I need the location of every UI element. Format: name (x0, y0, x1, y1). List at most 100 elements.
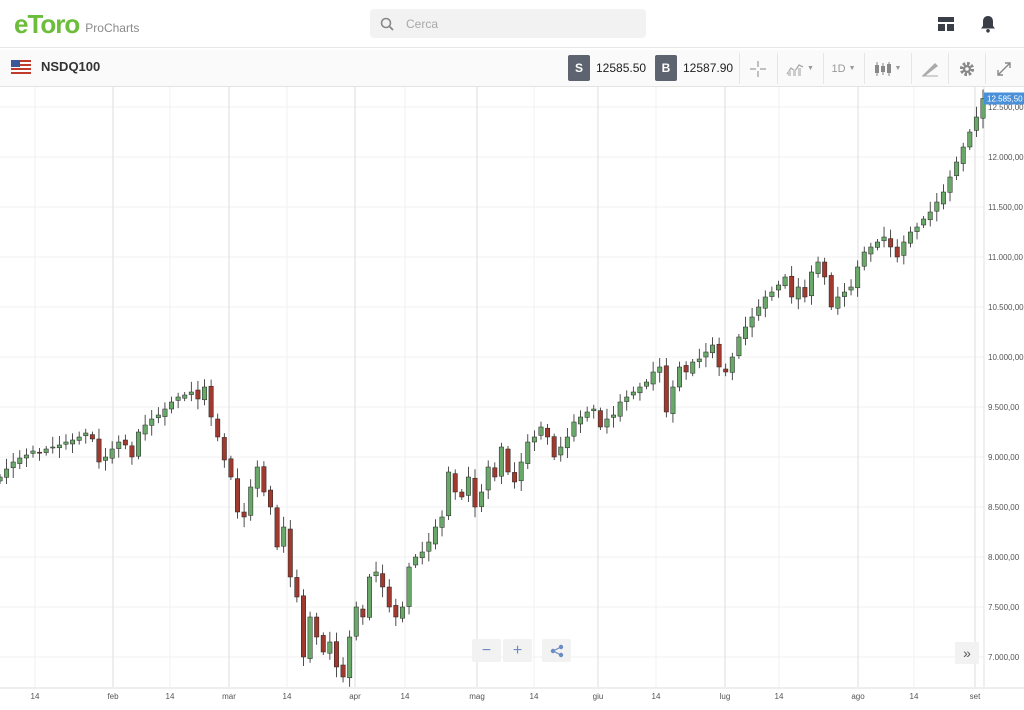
symbol-selector[interactable]: NSDQ100 (11, 59, 100, 74)
candle-body (479, 491, 485, 507)
y-tick-label: 10.500,00 (988, 303, 1024, 312)
etoro-logo[interactable]: eToro ProCharts (14, 9, 139, 39)
crosshair-button[interactable] (739, 53, 776, 84)
candle-body (241, 511, 247, 518)
candle-body (37, 451, 43, 454)
candle-body (597, 410, 603, 428)
candle-body (452, 473, 458, 493)
candle-body (301, 595, 306, 658)
candle-body (268, 489, 273, 508)
candle-body (281, 526, 287, 547)
candle-body (716, 343, 722, 368)
candle-body (254, 466, 260, 489)
x-tick-label: 14 (775, 692, 784, 701)
search-input[interactable] (406, 16, 626, 31)
candle-body (221, 437, 227, 461)
buy-price-box[interactable]: B 12587.90 (655, 55, 733, 81)
candle-body (406, 566, 412, 607)
x-tick-label: giu (593, 692, 604, 701)
candle-body (30, 450, 36, 454)
candle-body (399, 606, 405, 619)
candle-body (874, 241, 880, 248)
candle-body (274, 507, 280, 548)
timeframe-button[interactable]: 1D ▼ (823, 53, 863, 84)
candle-body (782, 276, 788, 287)
candle-body (578, 416, 584, 425)
x-tick-label: 14 (652, 692, 661, 701)
candle-body (861, 251, 867, 267)
buy-price: 12587.90 (683, 61, 734, 75)
candle-body (327, 641, 333, 654)
x-tick-label: 14 (910, 692, 919, 701)
candle-body (703, 351, 709, 358)
settings-button[interactable] (948, 53, 984, 84)
top-bar: eToro ProCharts (0, 0, 1024, 48)
y-tick-label: 11.000,00 (988, 253, 1024, 262)
candle-body (129, 445, 135, 458)
search-box[interactable] (370, 9, 646, 38)
candle-body (888, 238, 894, 248)
candle-body (248, 486, 254, 516)
x-tick-label: 14 (530, 692, 539, 701)
chevron-down-icon: ▼ (848, 65, 856, 72)
candle-body (723, 368, 729, 373)
zoom-out-button[interactable]: − (472, 639, 501, 662)
plus-icon: + (512, 641, 523, 659)
candle-body (0, 476, 3, 482)
candle-body (795, 286, 801, 300)
chart-type-button[interactable]: ▼ (777, 53, 822, 84)
candle-body (512, 472, 518, 483)
candle-body (83, 432, 89, 437)
candle-body (940, 191, 946, 205)
crosshair-icon (750, 60, 766, 77)
candle-body (729, 356, 735, 373)
share-button[interactable] (542, 639, 571, 662)
x-tick-label: mar (222, 692, 236, 701)
draw-tools-button[interactable] (911, 53, 947, 84)
search-icon (380, 17, 394, 31)
candle-body (413, 556, 419, 566)
candle-body (56, 444, 62, 449)
share-icon (550, 644, 563, 657)
fullscreen-button[interactable] (985, 53, 1021, 84)
candle-body (848, 286, 854, 291)
candle-body (973, 116, 979, 131)
candle-body (769, 291, 775, 297)
layout-icon[interactable] (934, 12, 958, 36)
y-tick-label: 7.500,00 (988, 603, 1020, 612)
draw-tools-icon (921, 62, 938, 76)
logo-wordmark: eToro (14, 8, 80, 39)
settings-icon (959, 61, 974, 76)
candle-body (155, 414, 161, 419)
x-tick-label: 14 (283, 692, 292, 701)
candle-body (188, 391, 194, 395)
candle-body (947, 176, 953, 193)
sell-badge: S (568, 55, 590, 81)
zoom-in-button[interactable]: + (503, 639, 532, 662)
candle-body (650, 371, 656, 385)
price-chart[interactable]: 7.000,00 7.500,00 8.000,00 8.500,00 9.000,00… (0, 87, 1024, 710)
minus-icon: − (481, 641, 492, 659)
sell-price-box[interactable]: S 12585.50 (568, 55, 646, 81)
candle-body (360, 608, 366, 618)
candle-body (743, 326, 748, 339)
candle-body (670, 386, 676, 414)
y-tick-label: 7.000,00 (988, 653, 1020, 662)
bell-icon[interactable] (976, 12, 1000, 36)
candles-button[interactable]: ▼ (864, 53, 910, 84)
y-tick-label: 9.000,00 (988, 453, 1020, 462)
buy-badge: B (655, 55, 677, 81)
x-tick-label: mag (469, 692, 485, 701)
candle-body (136, 431, 141, 457)
candle-body (907, 231, 913, 244)
x-tick-label: apr (349, 692, 361, 701)
candle-body (294, 577, 300, 598)
candle-body (868, 246, 874, 255)
candle-body (591, 408, 597, 412)
candle-body (320, 635, 326, 653)
candle-body (142, 424, 148, 435)
candle-body (162, 408, 168, 417)
x-tick-label: lug (720, 692, 731, 701)
x-tick-label: ago (851, 692, 865, 701)
scroll-to-latest-button[interactable]: » (955, 642, 979, 664)
